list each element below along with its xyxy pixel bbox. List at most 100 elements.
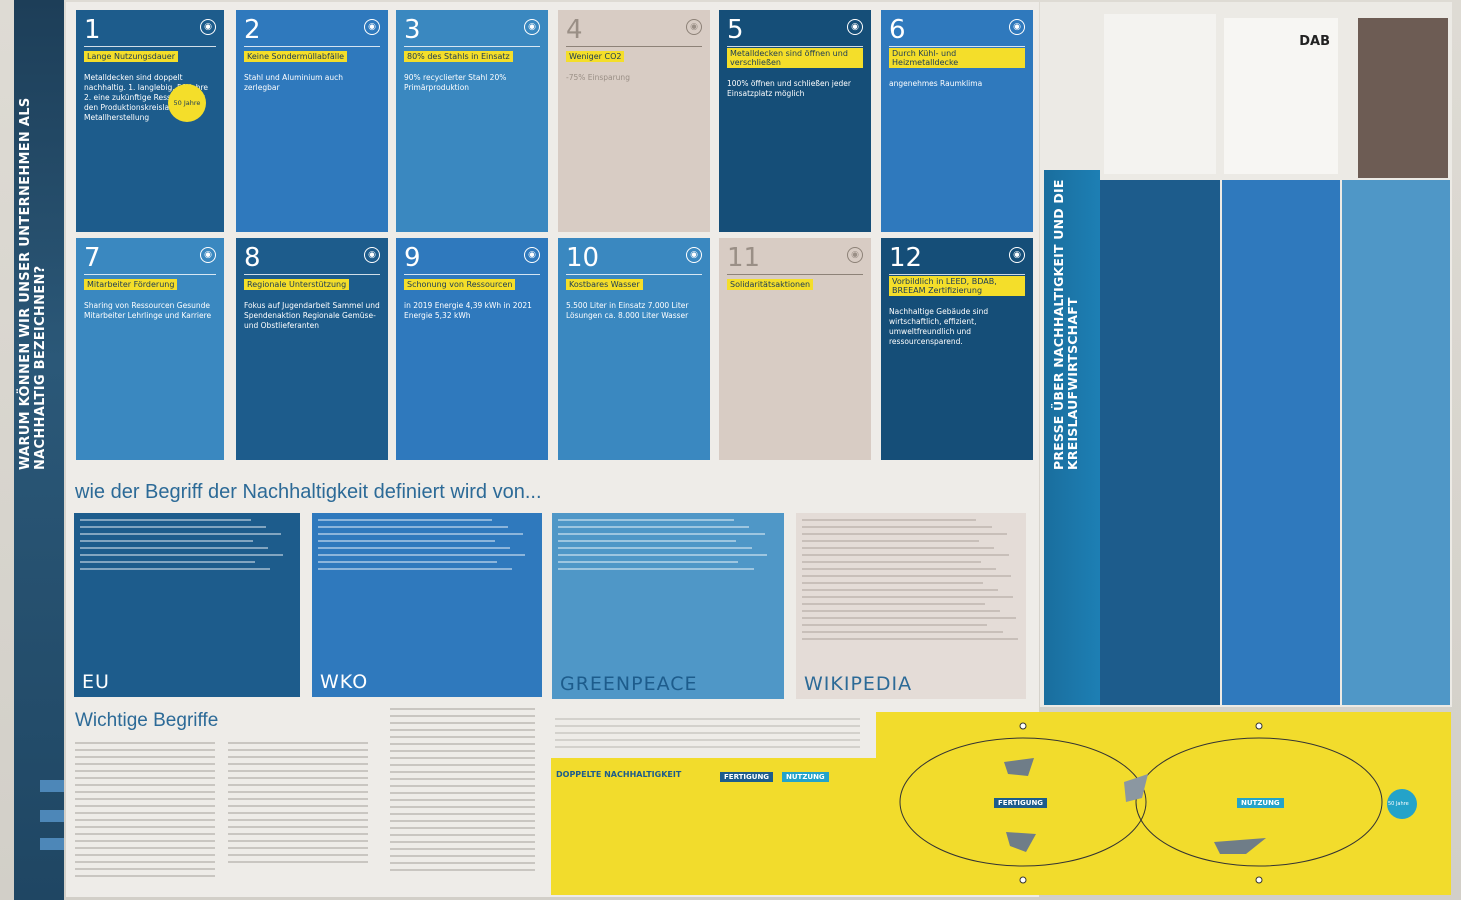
sustainability-card: 6 ◉ Durch Kühl- und Heizmetalldecke angeneh…: [881, 10, 1033, 232]
press-clipping: [1104, 14, 1216, 174]
card-body: in 2019 Energie 4,39 kWh in 2021 Energie…: [404, 301, 532, 320]
definition-text: [558, 519, 778, 570]
card-headline: Keine Sondermüllabfälle: [244, 51, 348, 62]
card-icon: ◉: [524, 19, 540, 35]
card-number: 3: [404, 15, 421, 45]
card-rule: [244, 274, 380, 275]
press-panel: [1342, 180, 1450, 705]
card-number: 5: [727, 15, 744, 45]
sustainability-card: 11 ◉ Solidaritätsaktionen: [719, 238, 871, 460]
card-body: Sharing von Ressourcen Gesunde Mitarbeit…: [84, 301, 212, 320]
definition-text: [318, 519, 536, 570]
card-icon: ◉: [524, 247, 540, 263]
card-body: 5.500 Liter in Einsatz 7.000 Liter Lösun…: [566, 301, 689, 320]
banner-logo: [40, 810, 64, 822]
card-body: -75% Einsparung: [566, 73, 630, 82]
card-body: Fokus auf Jugendarbeit Sammel und Spende…: [244, 301, 380, 330]
card-headline: Durch Kühl- und Heizmetalldecke: [889, 48, 1025, 68]
card-rule: [84, 274, 216, 275]
cycle-title: DOPPELTE NACHHALTIGKEIT: [556, 770, 682, 779]
card-rule: [566, 46, 702, 47]
definition-source: WKO: [320, 671, 369, 693]
sustainability-card: 5 ◉ Metalldecken sind öffnen und verschlie…: [719, 10, 871, 232]
card-icon: ◉: [200, 247, 216, 263]
card-headline: Regionale Unterstützung: [244, 279, 350, 290]
card-icon: ◉: [1009, 247, 1025, 263]
cycle-label-fertigung: FERTIGUNG: [994, 798, 1048, 808]
card-icon: ◉: [686, 247, 702, 263]
sustainability-card: 8 ◉ Regionale Unterstützung Fokus auf Jugen…: [236, 238, 388, 460]
card-body: angenehmes Raumklima: [889, 79, 983, 88]
card-rule: [889, 274, 1025, 275]
sustainability-card: 12 ◉ Vorbildlich in LEED, BDAB, BREEAM Zer…: [881, 238, 1033, 460]
press-title: PRESSE ÜBER NACHHALTIGKEIT UND DIE KREIS…: [1051, 179, 1080, 470]
cycle-diagram: [899, 722, 1417, 884]
definition-source: EU: [82, 671, 110, 693]
card-rule: [84, 46, 216, 47]
glossary-column: [228, 742, 368, 868]
banner-logo: [40, 780, 64, 792]
card-icon: ◉: [200, 19, 216, 35]
card-rule: [244, 46, 380, 47]
card-rule: [727, 274, 863, 275]
press-clipping: DAB: [1224, 18, 1338, 174]
card-headline: Kostbares Wasser: [566, 279, 643, 290]
cycle-center-badge: 50 Jahre: [1388, 801, 1409, 807]
card-number: 8: [244, 243, 261, 273]
sustainability-card: 1 ◉ Lange Nutzungsdauer Metalldecken sind d…: [76, 10, 224, 232]
sustainability-card: 4 ◉ Weniger CO2 -75% Einsparung: [558, 10, 710, 232]
card-number: 6: [889, 15, 906, 45]
sustainability-card: 10 ◉ Kostbares Wasser 5.500 Liter in Einsat…: [558, 238, 710, 460]
cycle-tag-nutzung: NUTZUNG: [782, 772, 829, 782]
card-rule: [727, 46, 863, 47]
card-number: 10: [566, 243, 600, 273]
definition-text: [802, 519, 1020, 640]
definition-text: [80, 519, 294, 570]
definition-panel: EU: [74, 513, 300, 697]
cycle-label-nutzung: NUTZUNG: [1237, 798, 1284, 808]
card-headline: Mitarbeiter Förderung: [84, 279, 178, 290]
press-panel: [1100, 180, 1220, 705]
card-number: 9: [404, 243, 421, 273]
card-icon: ◉: [847, 19, 863, 35]
banner-text: WARUM KÖNNEN WIR UNSER UNTERNEHMEN ALS N…: [18, 97, 48, 470]
card-body: Stahl und Aluminium auch zerlegbar: [244, 73, 344, 92]
press-logo: DAB: [1299, 34, 1330, 49]
card-headline: Lange Nutzungsdauer: [84, 51, 179, 62]
definition-source: GREENPEACE: [560, 673, 698, 695]
cycle-legend-row: [555, 718, 860, 753]
card-number: 2: [244, 15, 261, 45]
card-body: 100% öffnen und schließen jeder Einsatzp…: [727, 79, 851, 98]
card-icon: ◉: [364, 19, 380, 35]
card-number: 11: [727, 243, 761, 273]
card-headline: Solidaritätsaktionen: [727, 279, 814, 290]
card-icon: ◉: [686, 19, 702, 35]
card-icon: ◉: [1009, 19, 1025, 35]
definition-panel: GREENPEACE: [552, 513, 784, 699]
press-panel: [1222, 180, 1340, 705]
glossary-column: [390, 708, 535, 876]
press-title-strip: PRESSE ÜBER NACHHALTIGKEIT UND DIE KREIS…: [1044, 170, 1100, 705]
definition-panel: WIKIPEDIA: [796, 513, 1026, 699]
sustainability-card: 7 ◉ Mitarbeiter Förderung Sharing von Resso…: [76, 238, 224, 460]
vertical-banner: WARUM KÖNNEN WIR UNSER UNTERNEHMEN ALS N…: [14, 0, 64, 900]
card-headline: Vorbildlich in LEED, BDAB, BREEAM Zertif…: [889, 276, 1025, 296]
sustainability-card: 9 ◉ Schonung von Ressourcen in 2019 Energie…: [396, 238, 548, 460]
glossary-heading: Wichtige Begriffe: [75, 710, 219, 731]
card-rule: [889, 46, 1025, 47]
card-rule: [404, 274, 540, 275]
card-rule: [404, 46, 540, 47]
card-headline: Schonung von Ressourcen: [404, 279, 516, 290]
poster-wall: WARUM KÖNNEN WIR UNSER UNTERNEHMEN ALS N…: [0, 0, 1461, 900]
card-body: Nachhaltige Gebäude sind wirtschaftlich,…: [889, 307, 989, 346]
definition-source: WIKIPEDIA: [804, 673, 913, 695]
card-icon: ◉: [847, 247, 863, 263]
card-headline: Metalldecken sind öffnen und verschließe…: [727, 48, 863, 68]
card-headline: Weniger CO2: [566, 51, 625, 62]
card-headline: 80% des Stahls in Einsatz: [404, 51, 513, 62]
sustainability-card: 2 ◉ Keine Sondermüllabfälle Stahl und Alumi…: [236, 10, 388, 232]
card-number: 12: [889, 243, 923, 273]
card-icon: ◉: [364, 247, 380, 263]
card-rule: [566, 274, 702, 275]
card-number: 4: [566, 15, 583, 45]
